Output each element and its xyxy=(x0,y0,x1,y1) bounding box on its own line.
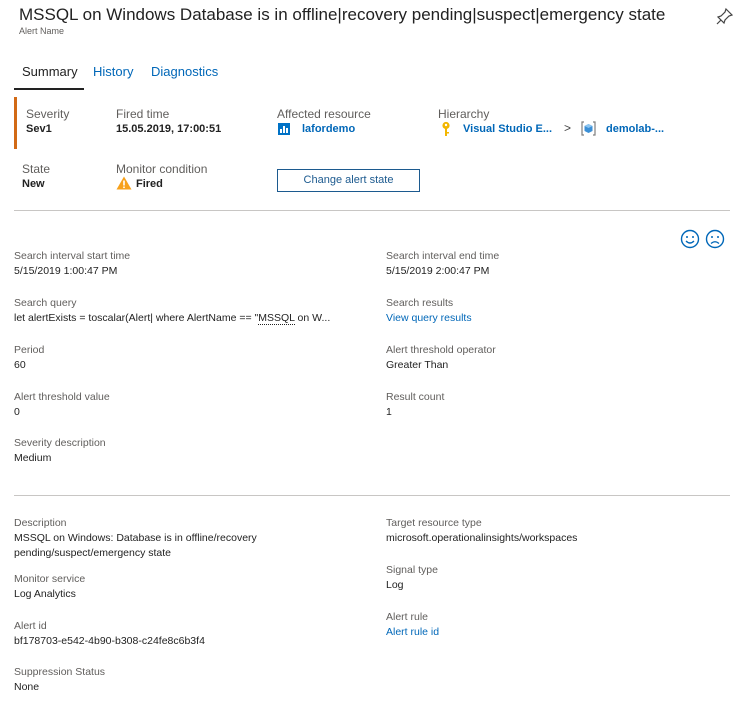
state-value: New xyxy=(22,178,45,190)
search-end-value: 5/15/2019 2:00:47 PM xyxy=(386,265,490,277)
search-results-label: Search results xyxy=(386,297,454,309)
fired-time-value: 15.05.2019, 17:00:51 xyxy=(116,123,222,135)
signal-type-value: Log xyxy=(386,579,404,591)
monitor-service-value: Log Analytics xyxy=(14,588,76,600)
period-label: Period xyxy=(14,344,45,356)
severity-accent-bar xyxy=(14,97,17,149)
severity-description-label: Severity description xyxy=(14,437,106,449)
key-icon xyxy=(442,121,450,136)
alert-id-label: Alert id xyxy=(14,620,47,632)
state-label: State xyxy=(22,162,51,176)
severity-value: Sev1 xyxy=(26,123,52,135)
change-alert-state-button[interactable]: Change alert state xyxy=(277,169,420,192)
frown-icon[interactable] xyxy=(705,229,725,249)
target-resource-type-label: Target resource type xyxy=(386,517,482,529)
period-value: 60 xyxy=(14,359,26,371)
result-count-label: Result count xyxy=(386,391,445,403)
alert-id-value: bf178703-e542-4b90-b308-c24fe8c6b3f4 xyxy=(14,635,205,647)
alert-rule-label: Alert rule xyxy=(386,611,429,623)
pin-icon[interactable] xyxy=(715,6,735,26)
search-end-label: Search interval end time xyxy=(386,250,500,262)
target-resource-type-value: microsoft.operationalinsights/workspaces xyxy=(386,532,578,544)
resource-group-icon xyxy=(581,121,596,136)
threshold-operator-value: Greater Than xyxy=(386,359,449,371)
description-label: Description xyxy=(14,517,67,529)
suppression-status-label: Suppression Status xyxy=(14,666,106,678)
search-start-label: Search interval start time xyxy=(14,250,131,262)
hierarchy-label: Hierarchy xyxy=(438,107,490,121)
alert-title: MSSQL on Windows Database is in offline|… xyxy=(19,5,666,24)
tab-summary[interactable]: Summary xyxy=(22,64,78,79)
log-analytics-workspace-icon xyxy=(278,123,290,135)
section-divider-1 xyxy=(14,210,730,211)
tab-diagnostics[interactable]: Diagnostics xyxy=(151,64,218,79)
signal-type-label: Signal type xyxy=(386,564,438,576)
suppression-status-value: None xyxy=(14,681,40,693)
monitor-service-label: Monitor service xyxy=(14,573,86,585)
warning-icon xyxy=(116,176,132,190)
result-count-value: 1 xyxy=(386,406,392,418)
hierarchy-resource-group-link[interactable]: demolab-... xyxy=(606,123,664,135)
search-query-label: Search query xyxy=(14,297,77,309)
view-query-results-link[interactable]: View query results xyxy=(386,312,472,324)
alert-title-caption: Alert Name xyxy=(19,26,65,36)
search-query-prefix: let alertExists = toscalar(Alert| where … xyxy=(14,312,259,324)
search-start-value: 5/15/2019 1:00:47 PM xyxy=(14,265,118,277)
hierarchy-separator: > xyxy=(564,121,572,135)
description-value: MSSQL on Windows: Database is in offline… xyxy=(14,532,257,559)
monitor-condition-label: Monitor condition xyxy=(116,162,208,176)
alert-rule-id-link[interactable]: Alert rule id xyxy=(386,626,439,638)
tab-history[interactable]: History xyxy=(93,64,133,79)
section-divider-2 xyxy=(14,495,730,496)
severity-label: Severity xyxy=(26,107,70,121)
monitor-condition-value: Fired xyxy=(136,178,163,190)
smile-icon[interactable] xyxy=(680,229,700,249)
active-tab-indicator xyxy=(14,88,84,90)
threshold-operator-label: Alert threshold operator xyxy=(386,344,496,356)
severity-description-value: Medium xyxy=(14,452,52,464)
fired-time-label: Fired time xyxy=(116,107,170,121)
affected-resource-label: Affected resource xyxy=(277,107,371,121)
search-query-suffix: on W... xyxy=(294,312,331,324)
threshold-value-value: 0 xyxy=(14,406,20,418)
hierarchy-subscription-link[interactable]: Visual Studio E... xyxy=(463,123,552,135)
search-query-underlined: MSSQL xyxy=(258,312,295,325)
affected-resource-link[interactable]: lafordemo xyxy=(302,123,355,135)
search-query-value: let alertExists = toscalar(Alert| where … xyxy=(14,312,331,325)
threshold-value-label: Alert threshold value xyxy=(14,391,110,403)
